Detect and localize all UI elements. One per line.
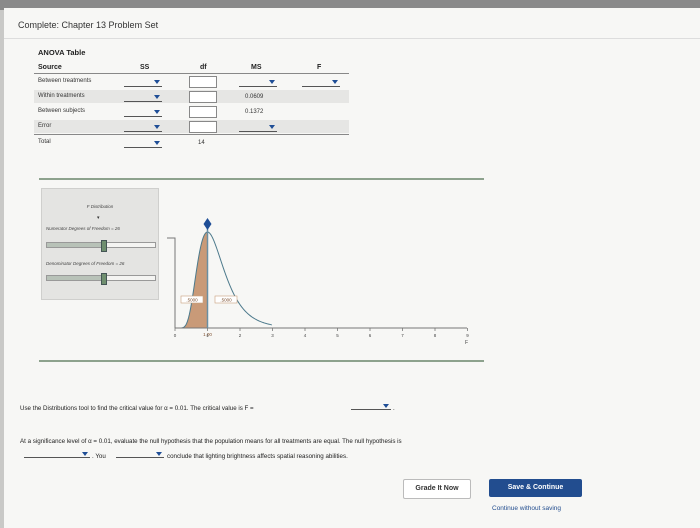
ms-dropdown[interactable] <box>239 76 277 87</box>
header-df: df <box>200 64 207 71</box>
chevron-down-icon <box>269 80 275 84</box>
row-label: Within treatments <box>38 93 85 99</box>
f-dropdown[interactable] <box>302 76 340 87</box>
critical-value-dropdown[interactable] <box>351 401 391 410</box>
chevron-down-icon <box>154 141 160 145</box>
table-row: Total 14 <box>34 136 349 149</box>
ss-dropdown[interactable] <box>124 137 162 148</box>
density-curve <box>175 231 272 329</box>
x-axis-ticks: 0123456789 <box>174 328 469 338</box>
x-tick-label: 6 <box>369 333 372 338</box>
x-tick-label: 7 <box>401 333 404 338</box>
ss-dropdown[interactable] <box>124 106 162 117</box>
numerator-slider[interactable] <box>46 240 156 252</box>
y-axis <box>167 237 176 328</box>
question-2-text: At a significance level of α = 0.01, eva… <box>20 438 402 445</box>
chevron-down-icon <box>154 110 160 114</box>
slider-handle[interactable] <box>101 273 108 285</box>
row-label: Error <box>38 123 52 129</box>
distribution-tool: F Distribution ▾ Numerator Degrees of Fr… <box>41 188 484 360</box>
df-input[interactable] <box>189 91 217 103</box>
area-left-label: .5000 <box>186 298 198 303</box>
row-label: Between treatments <box>38 78 92 84</box>
row-label: Total <box>38 139 51 145</box>
df-input[interactable] <box>189 106 217 118</box>
header-ms: MS <box>251 64 262 71</box>
x-tick-label: 2 <box>239 333 242 338</box>
cutoff-handle-icon[interactable] <box>203 218 212 230</box>
header-source: Source <box>38 64 62 71</box>
slider-fill <box>47 276 104 280</box>
chevron-down-icon <box>82 452 88 456</box>
x-tick-label: 9 <box>466 333 469 338</box>
grade-it-now-button[interactable]: Grade It Now <box>403 479 471 499</box>
question-2-conclusion: conclude that lighting brightness affect… <box>167 453 348 460</box>
df-total-value: 14 <box>198 140 205 146</box>
ss-dropdown[interactable] <box>124 121 162 132</box>
x-axis-label: F <box>465 340 468 346</box>
chevron-down-icon <box>154 80 160 84</box>
left-tail-area <box>175 232 208 328</box>
slider-handle[interactable] <box>101 240 108 252</box>
question-1-end: . <box>393 405 395 412</box>
anova-title: ANOVA Table <box>38 48 86 57</box>
header-ss: SS <box>140 64 150 71</box>
chevron-down-icon <box>154 95 160 99</box>
f-distribution-plot: .5000 .5000 1.00 0123456789 F <box>167 218 469 346</box>
table-row: Within treatments 0.0609 <box>34 90 349 103</box>
conclusion-dropdown[interactable] <box>116 449 164 458</box>
question-1-text: Use the Distributions tool to find the c… <box>20 405 254 412</box>
header-f: F <box>317 64 322 71</box>
ms-dropdown[interactable] <box>239 121 277 132</box>
table-row: Between treatments <box>34 75 349 88</box>
chevron-down-icon <box>269 125 275 129</box>
ss-dropdown[interactable] <box>124 76 162 87</box>
denominator-label: Denominator Degrees of Freedom = 26 <box>46 261 125 266</box>
row-label: Between subjects <box>38 108 86 114</box>
problem-page: Complete: Chapter 13 Problem Set ANOVA T… <box>4 8 700 528</box>
header-divider <box>34 73 349 74</box>
numerator-marker: ▾ <box>97 215 100 221</box>
page-title: Complete: Chapter 13 Problem Set <box>18 20 159 30</box>
denominator-slider[interactable] <box>46 273 156 285</box>
chevron-down-icon <box>332 80 338 84</box>
x-tick-label: 3 <box>271 333 274 338</box>
df-input[interactable] <box>189 76 217 88</box>
x-tick-label: 0 <box>174 333 177 338</box>
continue-without-saving-link[interactable]: Continue without saving <box>492 505 561 512</box>
panel-top-border <box>39 178 484 180</box>
area-right-label: .5000 <box>220 298 232 303</box>
save-and-continue-button[interactable]: Save & Continue <box>489 479 582 497</box>
question-2-you: . You <box>92 453 106 460</box>
header-divider <box>4 38 700 39</box>
chevron-down-icon <box>156 452 162 456</box>
x-tick-label: 8 <box>434 333 437 338</box>
distribution-title: F Distribution <box>86 204 114 209</box>
slider-fill <box>47 243 104 247</box>
null-hypothesis-dropdown[interactable] <box>24 449 90 458</box>
ss-dropdown[interactable] <box>124 91 162 102</box>
ms-value: 0.0609 <box>245 94 264 100</box>
total-divider <box>34 134 349 135</box>
ms-value: 0.1372 <box>245 109 264 115</box>
chevron-down-icon <box>154 125 160 129</box>
chevron-down-icon <box>383 404 389 408</box>
table-row: Between subjects 0.1372 <box>34 105 349 118</box>
distribution-controls: F Distribution ▾ Numerator Degrees of Fr… <box>41 188 159 300</box>
table-row: Error <box>34 120 349 133</box>
x-tick-label: 5 <box>336 333 339 338</box>
df-input[interactable] <box>189 121 217 133</box>
panel-bottom-border <box>39 360 484 362</box>
numerator-label: Numerator Degrees of Freedom = 26 <box>46 226 120 231</box>
x-tick-label: 4 <box>304 333 307 338</box>
